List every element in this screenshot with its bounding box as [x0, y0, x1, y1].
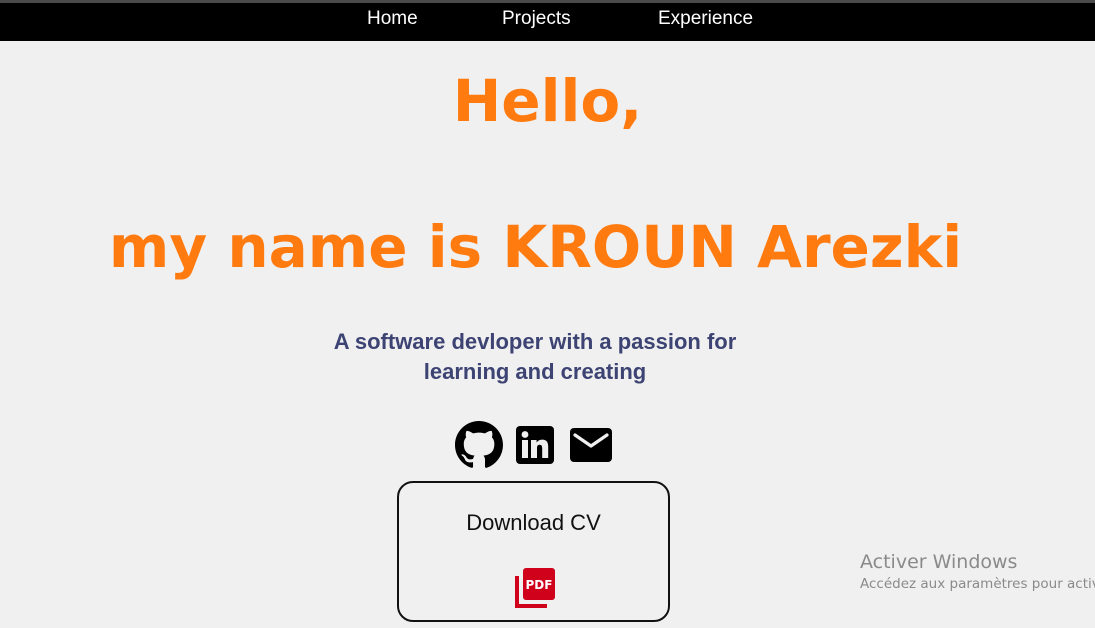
- hero-greeting: Hello,: [452, 67, 643, 135]
- watermark-title: Activer Windows: [860, 551, 1018, 573]
- pdf-icon: PDF: [515, 568, 555, 608]
- nav-home-link[interactable]: Home: [367, 8, 418, 30]
- download-cv-button[interactable]: Download CV PDF: [397, 481, 670, 622]
- top-navbar: Home Projects Experience: [0, 0, 1095, 41]
- windows-activation-watermark: Activer Windows Accédez aux paramètres p…: [860, 551, 1095, 595]
- watermark-subtitle: Accédez aux paramètres pour activer: [860, 576, 1095, 592]
- tagline-line-2: learning and creating: [423, 359, 647, 384]
- linkedin-icon[interactable]: [516, 426, 554, 464]
- pdf-icon-text: PDF: [526, 578, 553, 592]
- email-icon[interactable]: [570, 428, 612, 462]
- github-icon[interactable]: [455, 421, 503, 469]
- nav-experience-link[interactable]: Experience: [658, 8, 753, 30]
- nav-projects-link[interactable]: Projects: [502, 8, 571, 30]
- tagline-line-1: A software devloper with a passion for: [333, 329, 737, 354]
- hero-tagline: A software devloper with a passion for l…: [0, 327, 1070, 387]
- hero-name: my name is KROUN Arezki: [108, 213, 963, 281]
- download-cv-label: Download CV: [466, 510, 601, 535]
